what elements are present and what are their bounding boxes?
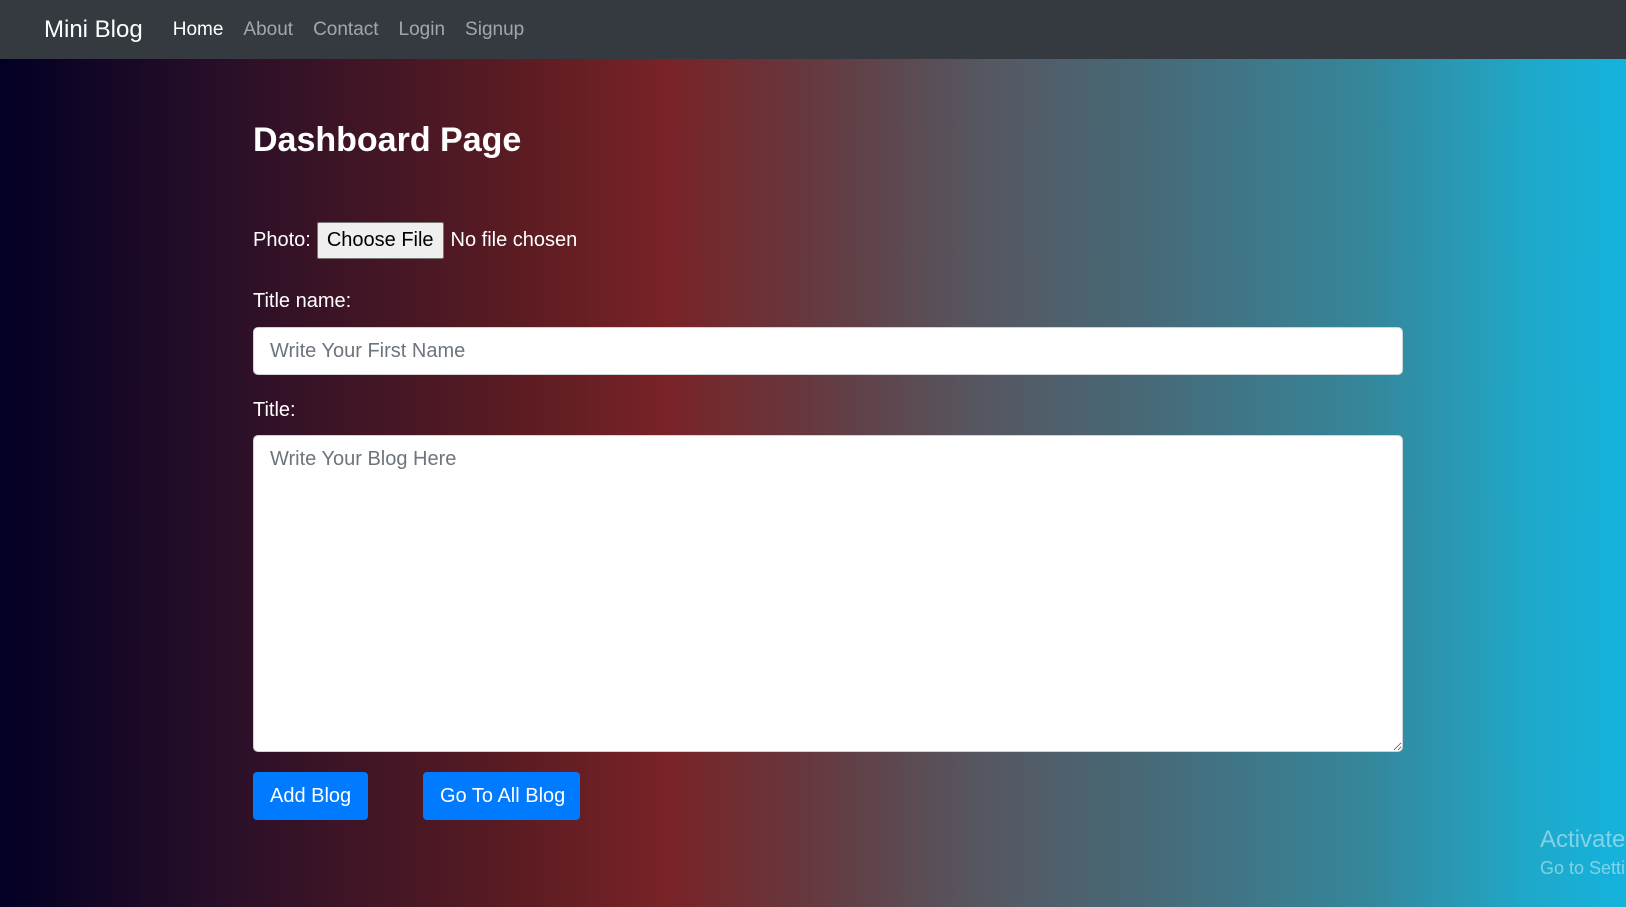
nav-link-signup[interactable]: Signup (465, 19, 524, 41)
top-navbar: Mini Blog Home About Contact Login Signu… (0, 0, 1626, 59)
title-name-label: Title name: (253, 290, 352, 312)
blog-textarea[interactable] (253, 435, 1403, 752)
nav-link-about[interactable]: About (243, 19, 293, 41)
go-to-all-blog-button[interactable]: Go To All Blog (423, 772, 580, 820)
photo-upload-row: Photo: Choose File No file chosen (253, 222, 577, 259)
brand-link[interactable]: Mini Blog (44, 16, 143, 44)
page-title: Dashboard Page (253, 121, 522, 159)
title-name-input[interactable] (253, 327, 1403, 375)
watermark-line1: Activate Windows (1540, 826, 1626, 853)
photo-label: Photo: (253, 229, 311, 251)
nav-link-login[interactable]: Login (399, 19, 446, 41)
watermark-line2: Go to Settings to activate Windows. (1540, 858, 1626, 878)
activate-windows-watermark: Activate Windows Go to Settings to activ… (1540, 826, 1626, 879)
nav-link-contact[interactable]: Contact (313, 19, 378, 41)
add-blog-button[interactable]: Add Blog (253, 772, 368, 820)
choose-file-button[interactable]: Choose File (316, 222, 444, 259)
nav-link-home[interactable]: Home (173, 19, 224, 41)
blog-title-label: Title: (253, 399, 296, 421)
file-status-text: No file chosen (450, 229, 578, 251)
